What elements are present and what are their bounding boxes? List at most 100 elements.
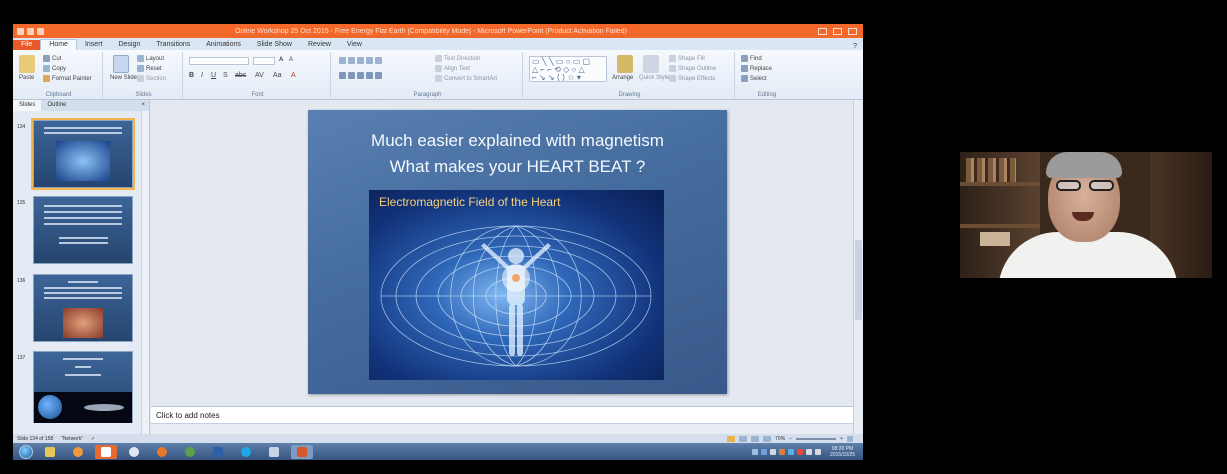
- current-slide[interactable]: Much easier explained with magnetism Wha…: [308, 110, 727, 394]
- font-name-box[interactable]: [189, 57, 249, 65]
- section-button[interactable]: Section: [137, 75, 166, 82]
- tray-icon[interactable]: [760, 448, 767, 455]
- text-direction-button[interactable]: Text Direction: [435, 55, 480, 62]
- bullets-icon[interactable]: [339, 57, 382, 64]
- smartart-button[interactable]: Convert to SmartArt: [435, 75, 497, 82]
- network-icon[interactable]: [805, 448, 812, 455]
- panel-scrollbar[interactable]: [141, 111, 149, 434]
- new-slide-button[interactable]: New Slide: [110, 75, 137, 81]
- taskbar-firefox[interactable]: [151, 445, 173, 459]
- shapes-gallery[interactable]: ▭ ╲ ╲ ▭ ○ ▭ ▢ △ ⌐ ⌐ ⟲ ◇ ○ △ ⌐ ↘ ↘ ⟨ ⟩ ☆ ▾: [529, 56, 607, 82]
- heart-field-image[interactable]: Electromagnetic Field of the Heart: [369, 190, 664, 380]
- slideshow-icon[interactable]: [763, 435, 772, 442]
- tab-design[interactable]: Design: [110, 40, 148, 50]
- tab-slide-show[interactable]: Slide Show: [249, 40, 300, 50]
- zoom-in-icon[interactable]: +: [840, 436, 843, 442]
- select-button[interactable]: Select: [741, 75, 767, 82]
- volume-icon[interactable]: [814, 448, 821, 455]
- arrange-button[interactable]: Arrange: [612, 75, 633, 81]
- taskbar-explorer[interactable]: [39, 445, 61, 459]
- strikethrough-icon[interactable]: abc: [235, 72, 246, 79]
- cut-button[interactable]: Cut: [43, 55, 61, 62]
- taskbar-media-player[interactable]: [67, 445, 89, 459]
- slide-thumbnail-136[interactable]: [33, 274, 133, 342]
- replace-button[interactable]: Replace: [741, 65, 772, 72]
- tab-review[interactable]: Review: [300, 40, 339, 50]
- clock[interactable]: 08:20 PM 2015/10/25: [830, 446, 855, 458]
- taskbar-powerpoint[interactable]: [291, 444, 313, 459]
- quick-styles-icon[interactable]: [643, 55, 659, 73]
- slide-title[interactable]: Much easier explained with magnetism Wha…: [308, 128, 727, 180]
- align-right-icon[interactable]: [357, 72, 364, 79]
- tab-home[interactable]: Home: [40, 39, 77, 50]
- bold-icon[interactable]: B: [189, 72, 194, 79]
- paste-button[interactable]: Paste: [19, 75, 34, 81]
- slide-thumbnail-135[interactable]: [33, 196, 133, 264]
- font-size-box[interactable]: [253, 57, 275, 65]
- taskbar-chrome[interactable]: [179, 445, 201, 459]
- save-icon[interactable]: [17, 27, 24, 35]
- align-center-icon[interactable]: [348, 72, 355, 79]
- slide-thumbnail-137[interactable]: [33, 351, 133, 423]
- find-button[interactable]: Find: [741, 55, 762, 62]
- taskbar-app-2[interactable]: [263, 445, 285, 459]
- change-case-icon[interactable]: Aa: [273, 72, 282, 79]
- numbering-icon[interactable]: [348, 57, 355, 64]
- close-icon[interactable]: [848, 27, 857, 35]
- character-spacing-icon[interactable]: AV: [255, 72, 264, 79]
- align-text-button[interactable]: Align Text: [435, 65, 470, 72]
- paste-icon[interactable]: [19, 55, 35, 73]
- shape-effects-button[interactable]: Shape Effects: [669, 75, 715, 82]
- columns-icon[interactable]: [375, 72, 382, 79]
- normal-view-icon[interactable]: [727, 435, 736, 442]
- taskbar-app[interactable]: [123, 445, 145, 459]
- tab-view[interactable]: View: [339, 40, 370, 50]
- format-painter-button[interactable]: Format Painter: [43, 75, 92, 82]
- start-button-icon[interactable]: [19, 444, 33, 459]
- tray-icon[interactable]: [778, 448, 785, 455]
- italic-icon[interactable]: I: [201, 72, 203, 79]
- shrink-font-icon[interactable]: A: [289, 57, 293, 63]
- redo-icon[interactable]: [37, 27, 44, 35]
- reading-view-icon[interactable]: [751, 435, 760, 442]
- maximize-icon[interactable]: [833, 27, 842, 35]
- vertical-scrollbar[interactable]: [853, 100, 863, 434]
- help-icon[interactable]: ?: [853, 43, 857, 50]
- arrange-icon[interactable]: [617, 55, 633, 73]
- tab-animations[interactable]: Animations: [198, 40, 249, 50]
- taskbar-word[interactable]: [207, 445, 229, 459]
- layout-button[interactable]: Layout: [137, 55, 164, 62]
- copy-button[interactable]: Copy: [43, 65, 66, 72]
- taskbar-download-app[interactable]: [95, 444, 117, 459]
- undo-icon[interactable]: [27, 27, 34, 35]
- tab-transitions[interactable]: Transitions: [148, 40, 198, 50]
- zoom-slider[interactable]: [796, 437, 837, 440]
- zoom-out-icon[interactable]: −: [789, 436, 792, 442]
- tray-icon[interactable]: [796, 448, 803, 455]
- shadow-icon[interactable]: S: [223, 72, 228, 79]
- shape-outline-button[interactable]: Shape Outline: [669, 65, 716, 72]
- line-spacing-icon[interactable]: [375, 57, 382, 64]
- tray-icon[interactable]: [751, 448, 758, 455]
- tray-icon[interactable]: [787, 448, 794, 455]
- quick-styles-button[interactable]: Quick Styles: [639, 75, 672, 81]
- notes-pane[interactable]: Click to add notes: [151, 406, 853, 423]
- increase-indent-icon[interactable]: [366, 57, 373, 64]
- slide-thumbnail-134[interactable]: [31, 118, 135, 190]
- spellcheck-icon[interactable]: ✓: [91, 436, 95, 442]
- fit-to-window-icon[interactable]: [847, 435, 853, 442]
- tab-slides[interactable]: Slides: [13, 100, 42, 111]
- minimize-icon[interactable]: [818, 27, 827, 35]
- tab-file[interactable]: File: [13, 40, 41, 50]
- shape-fill-button[interactable]: Shape Fill: [669, 55, 705, 62]
- close-panel-icon[interactable]: ×: [137, 100, 149, 111]
- slide-sorter-icon[interactable]: [739, 435, 748, 442]
- font-color-icon[interactable]: A: [291, 72, 296, 79]
- grow-font-icon[interactable]: A: [279, 57, 283, 63]
- reset-button[interactable]: Reset: [137, 65, 162, 72]
- tray-icon[interactable]: [769, 448, 776, 455]
- underline-icon[interactable]: U: [211, 72, 216, 79]
- horizontal-scrollbar[interactable]: [151, 423, 853, 434]
- decrease-indent-icon[interactable]: [357, 57, 364, 64]
- taskbar-skype[interactable]: [235, 445, 257, 459]
